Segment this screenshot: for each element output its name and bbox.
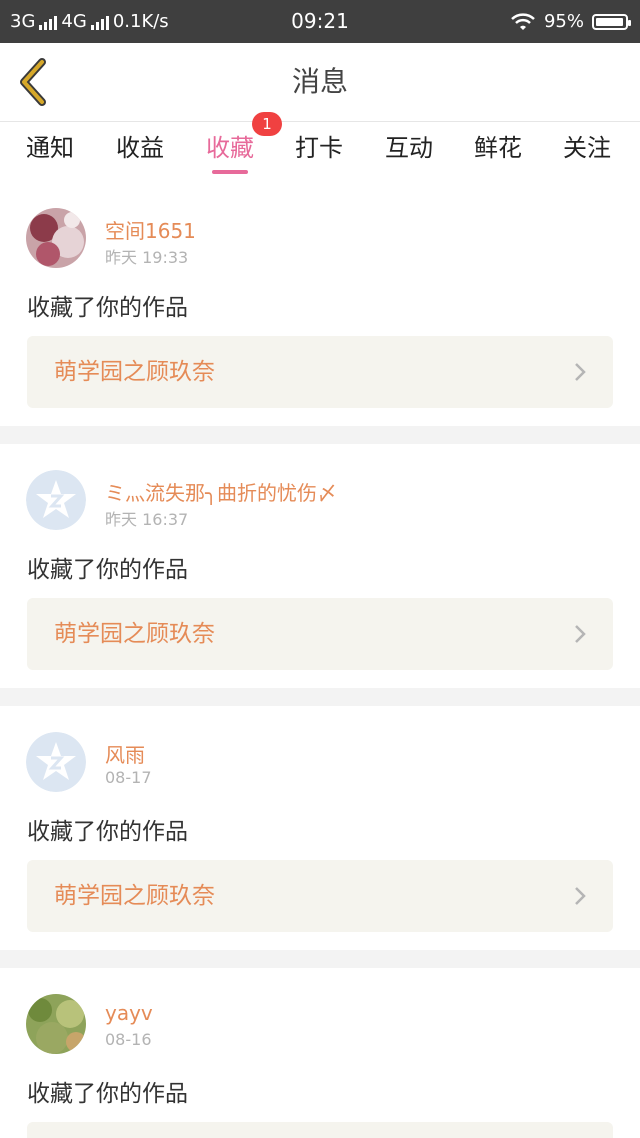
nav-header: 消息 (0, 43, 640, 122)
timestamp: 08-17 (105, 768, 152, 787)
status-bar: 3G 4G 0.1K/s 09:21 95% (0, 0, 640, 43)
unread-badge: 1 (252, 112, 282, 136)
list-item: 风雨 08-17 收藏了你的作品 萌学园之顾玖奈 (0, 706, 640, 950)
battery-level (596, 17, 623, 26)
avatar[interactable] (26, 208, 86, 268)
timestamp: 昨天 19:33 (105, 248, 189, 267)
battery-percent: 95% (543, 11, 584, 32)
system-status: 95% (510, 0, 631, 43)
list-item: 空间1651 昨天 19:33 收藏了你的作品 萌学园之顾玖奈 (0, 178, 640, 426)
tab-label: 关注 (563, 134, 611, 162)
avatar[interactable] (26, 470, 86, 530)
avatar-photo-icon (26, 208, 86, 268)
action-text: 收藏了你的作品 (27, 819, 188, 845)
tab-follow[interactable]: 关注 (563, 122, 611, 178)
tab-label: 互动 (385, 134, 433, 162)
list-item: ミ灬流失那╮曲折的忧伤〆 昨天 16:37 收藏了你的作品 萌学园之顾玖奈 (0, 444, 640, 688)
chevron-right-icon (575, 625, 586, 643)
tab-notifications[interactable]: 通知 (26, 122, 74, 178)
work-link[interactable]: 萌学园之顾玖奈 (27, 860, 613, 932)
action-text: 收藏了你的作品 (27, 295, 188, 321)
chevron-right-icon (575, 887, 586, 905)
username[interactable]: 空间1651 (105, 215, 196, 244)
default-avatar-icon (26, 470, 86, 530)
work-link[interactable]: 萌学园之顾玖奈 (27, 598, 613, 670)
tab-interaction[interactable]: 互动 (385, 122, 433, 178)
work-title: 萌学园之顾玖奈 (54, 883, 215, 909)
username[interactable]: ミ灬流失那╮曲折的忧伤〆 (105, 477, 337, 506)
wifi-icon (511, 12, 535, 30)
tab-label: 鲜花 (474, 134, 522, 162)
work-link[interactable] (27, 1122, 613, 1138)
tab-favorites[interactable]: 收藏 1 (206, 112, 282, 178)
timestamp: 昨天 16:37 (105, 510, 189, 529)
action-text: 收藏了你的作品 (27, 557, 188, 583)
tab-label: 通知 (26, 134, 74, 162)
list-item: yayv 08-16 收藏了你的作品 (0, 968, 640, 1138)
divider (0, 950, 640, 968)
divider (0, 426, 640, 444)
battery-icon (592, 13, 631, 30)
tab-earnings[interactable]: 收益 (116, 122, 164, 178)
work-title: 萌学园之顾玖奈 (54, 359, 215, 385)
work-title: 萌学园之顾玖奈 (54, 621, 215, 647)
tab-checkin[interactable]: 打卡 (295, 122, 343, 178)
page-title: 消息 (291, 65, 348, 98)
username[interactable]: 风雨 (105, 739, 145, 768)
tab-label: 收益 (116, 134, 164, 162)
action-text: 收藏了你的作品 (27, 1081, 188, 1107)
timestamp: 08-16 (105, 1030, 152, 1049)
tab-flowers[interactable]: 鲜花 (474, 122, 522, 178)
active-tab-indicator (212, 170, 248, 174)
tab-bar: 通知 收益 收藏 1 打卡 互动 鲜花 关注 (0, 112, 640, 178)
username[interactable]: yayv (105, 1001, 153, 1025)
divider (0, 688, 640, 706)
work-link[interactable]: 萌学园之顾玖奈 (27, 336, 613, 408)
tab-label: 打卡 (295, 134, 343, 162)
avatar[interactable] (26, 732, 86, 792)
default-avatar-icon (26, 732, 86, 792)
chevron-right-icon (575, 363, 586, 381)
avatar-photo-icon (26, 994, 86, 1054)
tab-label: 收藏 (206, 134, 254, 162)
avatar[interactable] (26, 994, 86, 1054)
